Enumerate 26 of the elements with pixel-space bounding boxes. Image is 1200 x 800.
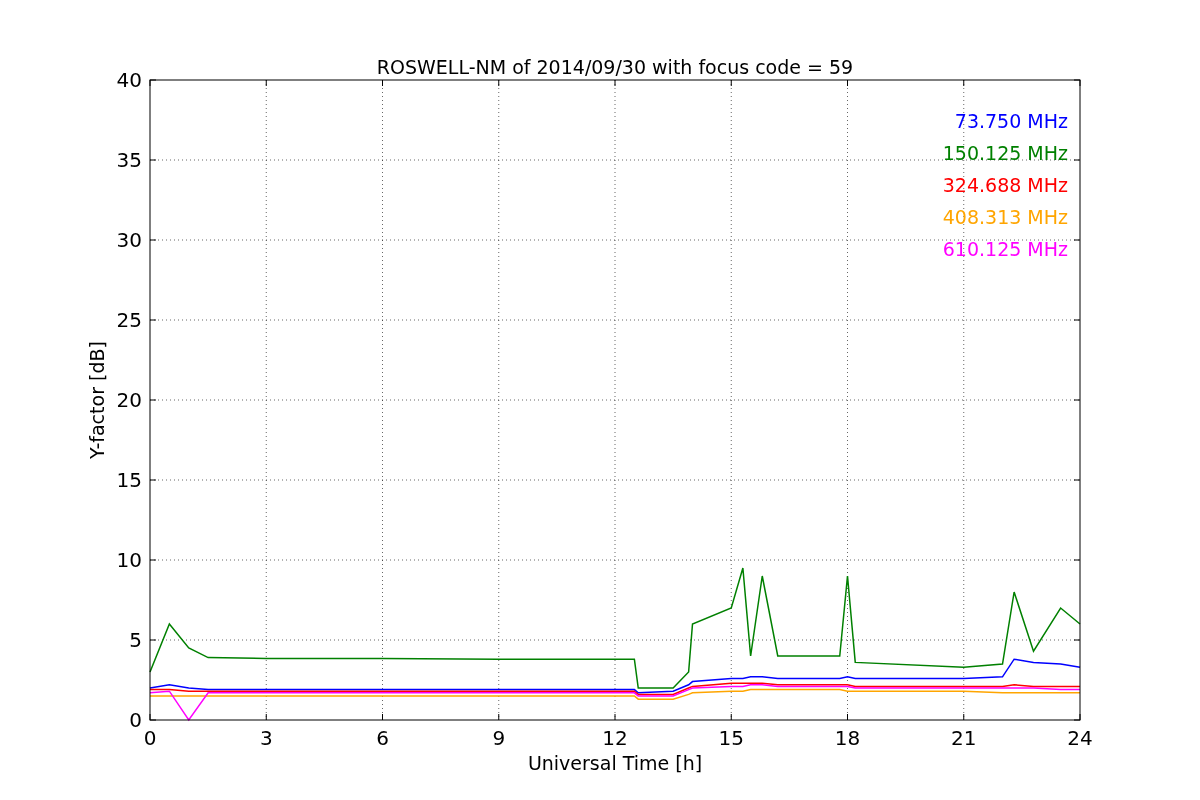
- x-tick-label: 24: [1067, 726, 1093, 750]
- x-tick-label: 3: [259, 726, 273, 750]
- legend-label: 150.125 MHz: [942, 142, 1068, 164]
- x-axis-label: Universal Time [h]: [527, 752, 703, 774]
- y-tick-label: 20: [116, 388, 142, 412]
- x-tick-label: 6: [376, 726, 389, 750]
- x-tick-label: 9: [492, 726, 506, 750]
- y-tick-label: 15: [116, 468, 142, 492]
- legend-label: 324.688 MHz: [942, 174, 1068, 196]
- y-tick-label: 25: [116, 308, 142, 332]
- x-tick-label: 18: [834, 726, 861, 750]
- y-tick-label: 30: [116, 228, 142, 252]
- chart-title: ROSWELL-NM of 2014/09/30 with focus code = 59: [376, 56, 854, 78]
- y-tick-label: 35: [116, 148, 142, 172]
- y-tick-label: 0: [129, 708, 142, 732]
- x-tick-label: 21: [951, 726, 977, 750]
- legend-label: 73.750 MHz: [954, 110, 1068, 132]
- y-axis-label: Y-factor [dB]: [86, 341, 108, 459]
- legend-label: 408.313 MHz: [942, 206, 1068, 228]
- x-tick-label: 0: [143, 726, 157, 750]
- y-tick-label: 5: [129, 628, 142, 652]
- y-tick-label: 10: [116, 548, 142, 572]
- legend-label: 610.125 MHz: [942, 238, 1068, 260]
- x-tick-label: 15: [718, 726, 744, 750]
- x-tick-label: 12: [602, 726, 628, 750]
- y-tick-label: 40: [116, 68, 142, 92]
